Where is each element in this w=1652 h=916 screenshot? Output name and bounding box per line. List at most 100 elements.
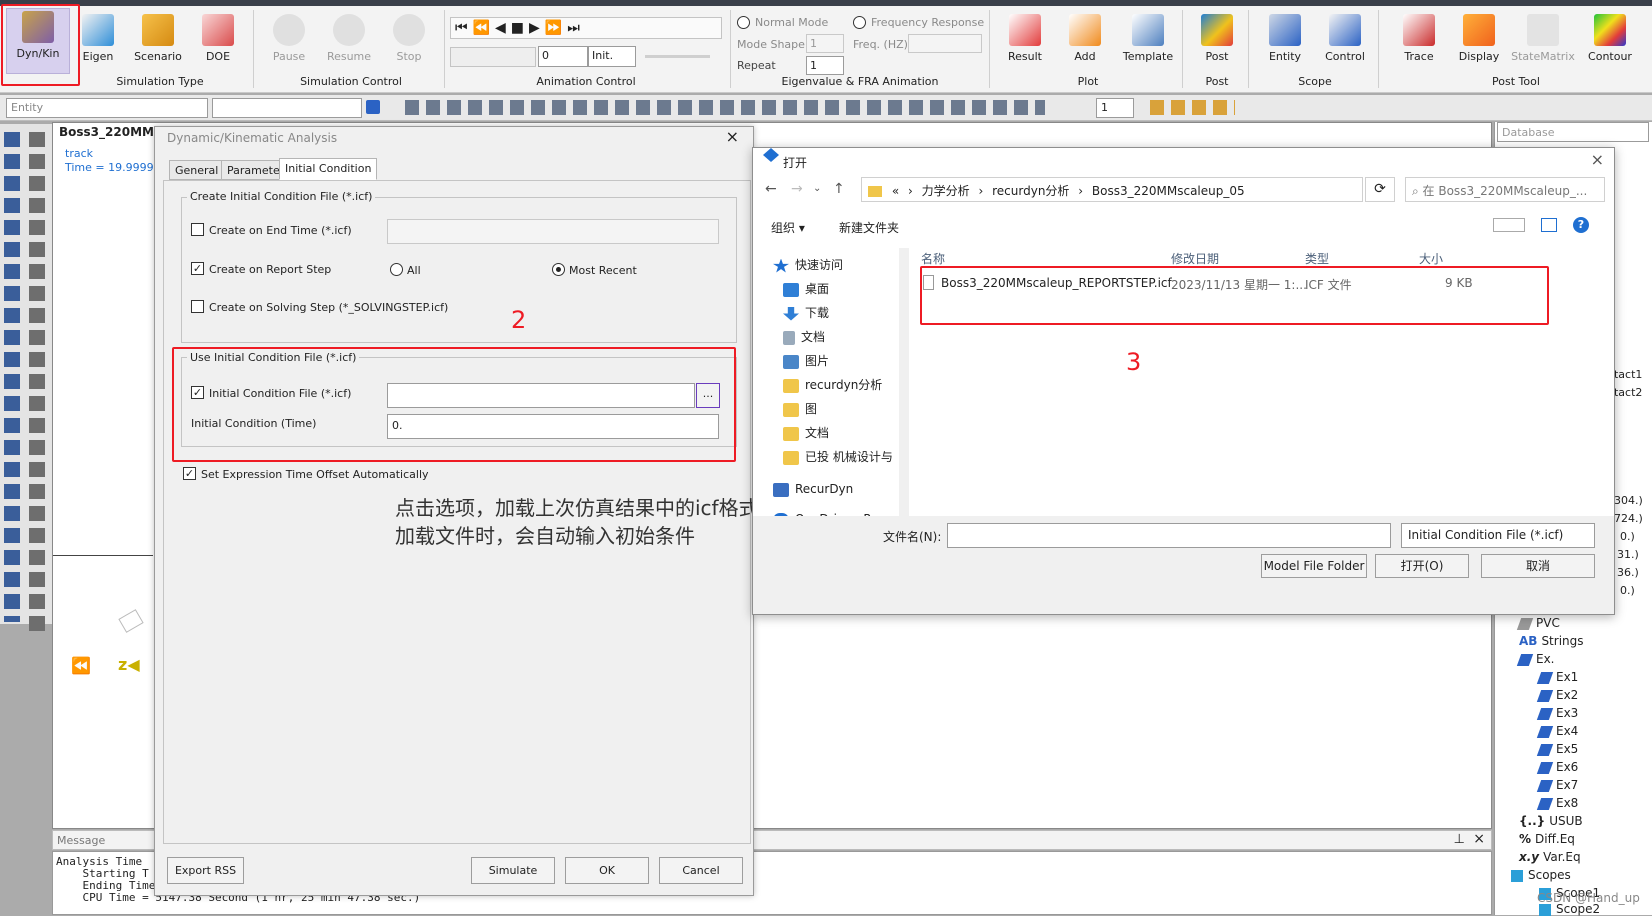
entity-name-input[interactable] bbox=[212, 98, 362, 118]
nav-folder[interactable]: 图 bbox=[783, 398, 817, 420]
repeat-input[interactable]: 1 bbox=[806, 56, 844, 75]
close-icon[interactable]: × bbox=[1591, 150, 1604, 169]
add-plot-button[interactable]: Add bbox=[1058, 12, 1112, 70]
simulate-button[interactable]: Simulate bbox=[471, 857, 555, 884]
offset-checkbox[interactable]: ✓ bbox=[183, 467, 196, 480]
tree-item-pvc[interactable]: PVC bbox=[1516, 616, 1560, 630]
template-button[interactable]: Template bbox=[1118, 12, 1178, 70]
frame-input[interactable]: 0 bbox=[538, 46, 588, 67]
cancel-button[interactable]: 取消 bbox=[1481, 554, 1595, 578]
doe-button[interactable]: DOE bbox=[191, 12, 245, 70]
view-tools-strip[interactable] bbox=[405, 100, 1045, 115]
column-name[interactable]: 名称 bbox=[921, 250, 945, 267]
column-type[interactable]: 类型 bbox=[1305, 250, 1329, 267]
apply-icon[interactable] bbox=[366, 100, 380, 114]
organize-button[interactable]: 组织 ▾ bbox=[771, 219, 805, 236]
scenario-button[interactable]: Scenario bbox=[131, 12, 185, 70]
export-rss-button[interactable]: Export RSS bbox=[167, 857, 244, 884]
nav-downloads[interactable]: 下载 bbox=[783, 302, 829, 324]
breadcrumb[interactable]: « bbox=[892, 184, 899, 198]
tree-item-ex3[interactable]: Ex3 bbox=[1536, 706, 1578, 720]
render-tools-strip[interactable] bbox=[1150, 100, 1235, 115]
most-recent-radio[interactable] bbox=[552, 263, 565, 276]
trace-button[interactable]: Trace bbox=[1392, 12, 1446, 70]
entity-scope-button[interactable]: Entity bbox=[1258, 12, 1312, 70]
entity-combo[interactable]: Entity bbox=[6, 98, 208, 118]
filename-input[interactable] bbox=[947, 523, 1391, 548]
tree-item-ex6[interactable]: Ex6 bbox=[1536, 760, 1578, 774]
column-size[interactable]: 大小 bbox=[1419, 250, 1443, 267]
tree-item-usub[interactable]: {..} USUB bbox=[1519, 814, 1583, 828]
nav-quick-access[interactable]: 快速访问 bbox=[773, 254, 843, 276]
modeling-tools-column[interactable] bbox=[4, 132, 20, 622]
nav-pictures[interactable]: 图片 bbox=[783, 350, 829, 372]
view-options-icon[interactable] bbox=[1493, 218, 1525, 232]
pause-button[interactable]: Pause bbox=[262, 12, 316, 70]
nav-folder[interactable]: 文档 bbox=[783, 422, 829, 444]
display-button[interactable]: Display bbox=[1452, 12, 1506, 70]
control-scope-button[interactable]: Control bbox=[1318, 12, 1372, 70]
freq-response-radio[interactable] bbox=[853, 16, 866, 29]
recent-dropdown-icon[interactable]: ⌄ bbox=[813, 183, 821, 194]
tab-general[interactable]: General bbox=[169, 160, 225, 180]
breadcrumb[interactable]: 力学分析 bbox=[922, 184, 970, 198]
animation-tools[interactable] bbox=[450, 47, 536, 67]
eigen-button[interactable]: Eigen bbox=[71, 12, 125, 70]
create-on-solving-checkbox[interactable] bbox=[191, 300, 204, 313]
new-folder-button[interactable]: 新建文件夹 bbox=[839, 219, 899, 236]
tree-item-scopes[interactable]: Scopes bbox=[1511, 868, 1571, 882]
all-radio[interactable] bbox=[390, 263, 403, 276]
back-icon[interactable]: ← bbox=[765, 181, 777, 197]
close-icon[interactable]: × bbox=[726, 127, 739, 146]
preview-pane-icon[interactable] bbox=[1541, 218, 1557, 232]
nav-folder[interactable]: 已投 机械设计与 bbox=[783, 446, 893, 468]
animation-slider[interactable] bbox=[645, 55, 710, 58]
open-button[interactable]: 打开(O) bbox=[1375, 554, 1469, 578]
contour-button[interactable]: Contour bbox=[1580, 12, 1640, 70]
tree-item-strings[interactable]: AB Strings bbox=[1519, 634, 1584, 648]
create-on-end-checkbox[interactable] bbox=[191, 223, 204, 236]
tree-item-ex8[interactable]: Ex8 bbox=[1536, 796, 1578, 810]
tree-item-ex7[interactable]: Ex7 bbox=[1536, 778, 1578, 792]
search-input[interactable]: ⌕ 在 Boss3_220MMscaleup_... bbox=[1405, 177, 1605, 202]
tree-item-diffeq[interactable]: % Diff.Eq bbox=[1519, 832, 1575, 846]
animation-playback-bar[interactable]: ⏮⏪◀■▶⏩⏭ bbox=[450, 17, 722, 39]
tree-item-ex5[interactable]: Ex5 bbox=[1536, 742, 1578, 756]
forward-icon[interactable]: → bbox=[791, 181, 803, 197]
help-icon[interactable]: ? bbox=[1573, 217, 1589, 233]
column-date[interactable]: 修改日期 bbox=[1171, 250, 1219, 267]
view-tools-column[interactable] bbox=[29, 132, 45, 632]
breadcrumb[interactable]: recurdyn分析 bbox=[992, 184, 1069, 198]
tree-item-vareq[interactable]: x.y Var.Eq bbox=[1519, 850, 1581, 864]
database-search[interactable]: Database bbox=[1497, 122, 1649, 142]
result-button[interactable]: Result bbox=[998, 12, 1052, 70]
nav-recurdyn[interactable]: RecurDyn bbox=[773, 478, 853, 500]
tree-item-ex4[interactable]: Ex4 bbox=[1536, 724, 1578, 738]
cancel-button[interactable]: Cancel bbox=[659, 857, 743, 884]
tree-item-ex[interactable]: Ex. bbox=[1516, 652, 1555, 666]
model-tab[interactable]: Boss3_220MM bbox=[59, 125, 159, 141]
statematrix-button[interactable]: StateMatrix bbox=[1510, 12, 1576, 70]
create-on-report-checkbox[interactable]: ✓ bbox=[191, 262, 204, 275]
mode-shape-input[interactable]: 1 bbox=[806, 34, 844, 53]
layer-input[interactable]: 1 bbox=[1096, 98, 1134, 118]
up-icon[interactable]: ↑ bbox=[833, 181, 845, 197]
nav-scrollbar[interactable] bbox=[899, 248, 909, 516]
file-type-select[interactable]: Initial Condition File (*.icf) bbox=[1401, 523, 1595, 548]
pin-icon[interactable]: ⊥ bbox=[1454, 832, 1465, 847]
nav-desktop[interactable]: 桌面 bbox=[783, 278, 829, 300]
nav-folder[interactable]: recurdyn分析 bbox=[783, 374, 882, 396]
normal-mode-radio[interactable] bbox=[737, 16, 750, 29]
ok-button[interactable]: OK bbox=[565, 857, 649, 884]
refresh-icon[interactable]: ⟳ bbox=[1365, 177, 1395, 202]
model-file-folder-button[interactable]: Model File Folder bbox=[1261, 554, 1367, 578]
address-bar[interactable]: « › 力学分析 › recurdyn分析 › Boss3_220MMscale… bbox=[861, 177, 1363, 202]
breadcrumb[interactable]: Boss3_220MMscaleup_05 bbox=[1092, 184, 1245, 198]
close-icon[interactable]: × bbox=[1473, 831, 1485, 847]
post-button[interactable]: Post bbox=[1190, 12, 1244, 70]
end-time-file-input[interactable] bbox=[387, 219, 719, 244]
nav-documents[interactable]: 文档 bbox=[783, 326, 825, 348]
tree-item-ex1[interactable]: Ex1 bbox=[1536, 670, 1578, 684]
tab-initial-condition[interactable]: Initial Condition bbox=[279, 158, 378, 180]
freq-input[interactable] bbox=[908, 34, 982, 53]
